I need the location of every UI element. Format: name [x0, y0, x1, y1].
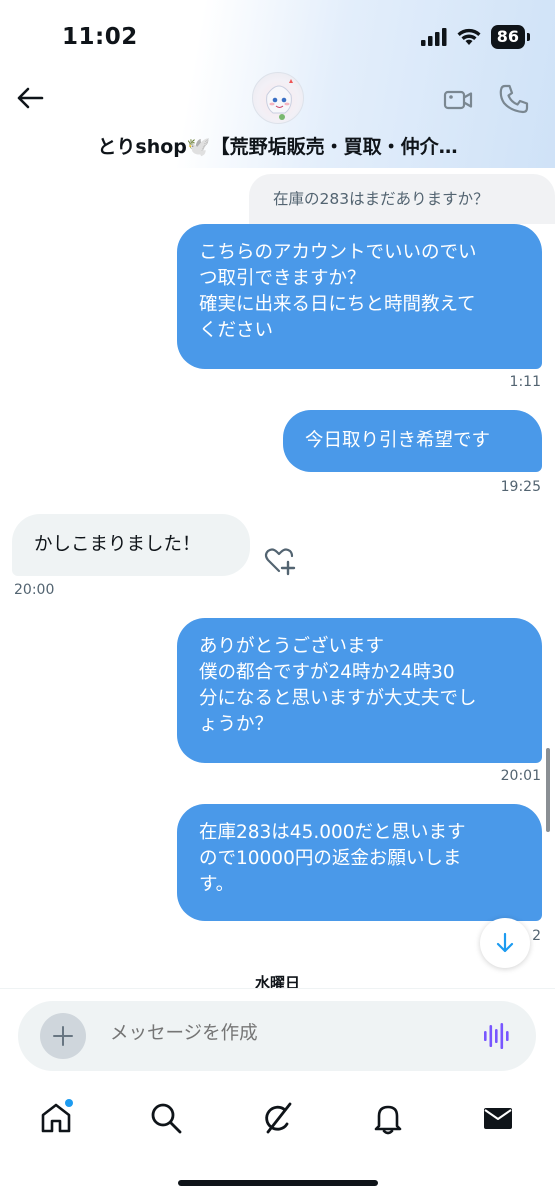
signal-icon [420, 28, 447, 46]
conversation-header: とりshop🕊️【荒野垢販売・買取・仲介… [0, 70, 555, 168]
message-input[interactable] [110, 1023, 460, 1044]
wifi-icon [457, 28, 481, 45]
quoted-message[interactable]: 在庫の283はまだありますか？ [249, 174, 555, 224]
status-icons: 86 [420, 24, 531, 50]
message-timestamp: 19:25 [500, 479, 541, 495]
arrow-down-icon [496, 932, 514, 953]
voice-call-button[interactable] [497, 82, 531, 116]
message-line: 今日取り引き希望です [305, 430, 491, 451]
status-bar: 11:02 86 [0, 0, 555, 70]
message-line: ので10000円の返金お願いしま [199, 848, 462, 869]
day-separator: 水曜日 [254, 974, 300, 988]
quoted-message-text: 在庫の283はまだありますか？ [273, 190, 489, 208]
message-list[interactable]: 在庫の283はまだありますか？ こちらのアカウントでいいのでい つ取引できますか… [0, 168, 555, 988]
message-line: 確実に出来る日にちと時間教えて [199, 294, 476, 315]
message-line: こちらのアカウントでいいのでい [199, 242, 477, 263]
scrollbar[interactable] [546, 748, 550, 832]
phone-icon [499, 84, 529, 114]
message-line: ありがとうございます [199, 636, 385, 657]
incoming-message[interactable]: かしこまりました！ [12, 514, 250, 576]
composer [18, 1001, 536, 1071]
outgoing-message[interactable]: ありがとうございます 僕の都合ですが24時か24時30 分になると思いますが大丈… [177, 618, 542, 763]
outgoing-message[interactable]: 今日取り引き希望です [283, 410, 542, 472]
back-button[interactable] [14, 82, 46, 114]
conversation-title[interactable]: とりshop🕊️【荒野垢販売・買取・仲介… [0, 132, 555, 159]
plus-icon [53, 1026, 73, 1046]
add-media-button[interactable] [40, 1013, 86, 1059]
message-line: ょうか？ [199, 714, 274, 735]
arrow-left-icon [17, 87, 44, 109]
nav-search[interactable] [146, 1098, 186, 1138]
battery-indicator: 86 [490, 25, 531, 49]
voice-wave-icon [484, 1023, 509, 1049]
add-reaction-button[interactable] [262, 544, 296, 578]
message-line: かしこまりました！ [34, 534, 201, 555]
voice-message-button[interactable] [482, 1021, 512, 1051]
message-line: つ取引できますか？ [199, 268, 366, 289]
nav-notifications[interactable] [368, 1098, 408, 1138]
scroll-to-bottom-button[interactable] [480, 918, 530, 968]
message-timestamp: 1:11 [509, 374, 541, 390]
outgoing-message[interactable]: こちらのアカウントでいいのでい つ取引できますか？ 確実に出来る日にちと時間教え… [177, 224, 542, 369]
message-timestamp: 2 [532, 928, 541, 944]
message-line: す。 [199, 874, 235, 895]
search-icon [151, 1103, 182, 1134]
heart-plus-icon [264, 548, 296, 576]
message-line: 在庫283は45.000だと思います [199, 822, 466, 843]
outgoing-message[interactable]: 在庫283は45.000だと思います ので10000円の返金お願いしま す。 [177, 804, 542, 921]
avatar-image [266, 79, 293, 120]
nav-home[interactable] [36, 1098, 76, 1138]
message-timestamp: 20:00 [14, 582, 55, 598]
home-indicator [178, 1180, 378, 1186]
status-time: 11:02 [62, 24, 138, 50]
video-camera-icon [443, 90, 473, 110]
video-call-button[interactable] [442, 84, 474, 116]
message-timestamp: 20:01 [500, 768, 541, 784]
nav-messages[interactable] [478, 1098, 518, 1138]
message-line: ください [199, 320, 274, 341]
nav-grok[interactable] [258, 1098, 298, 1138]
bottom-navigation [0, 1080, 555, 1200]
message-line: 僕の都合ですが24時か24時30 [199, 662, 455, 683]
mail-icon [484, 1108, 512, 1129]
message-line: 分になると思いますが大丈夫でし [199, 688, 477, 709]
notification-dot [65, 1099, 73, 1107]
composer-bar [0, 988, 555, 1080]
grok-icon [265, 1102, 292, 1134]
bell-icon [374, 1105, 402, 1135]
avatar[interactable] [252, 72, 304, 124]
